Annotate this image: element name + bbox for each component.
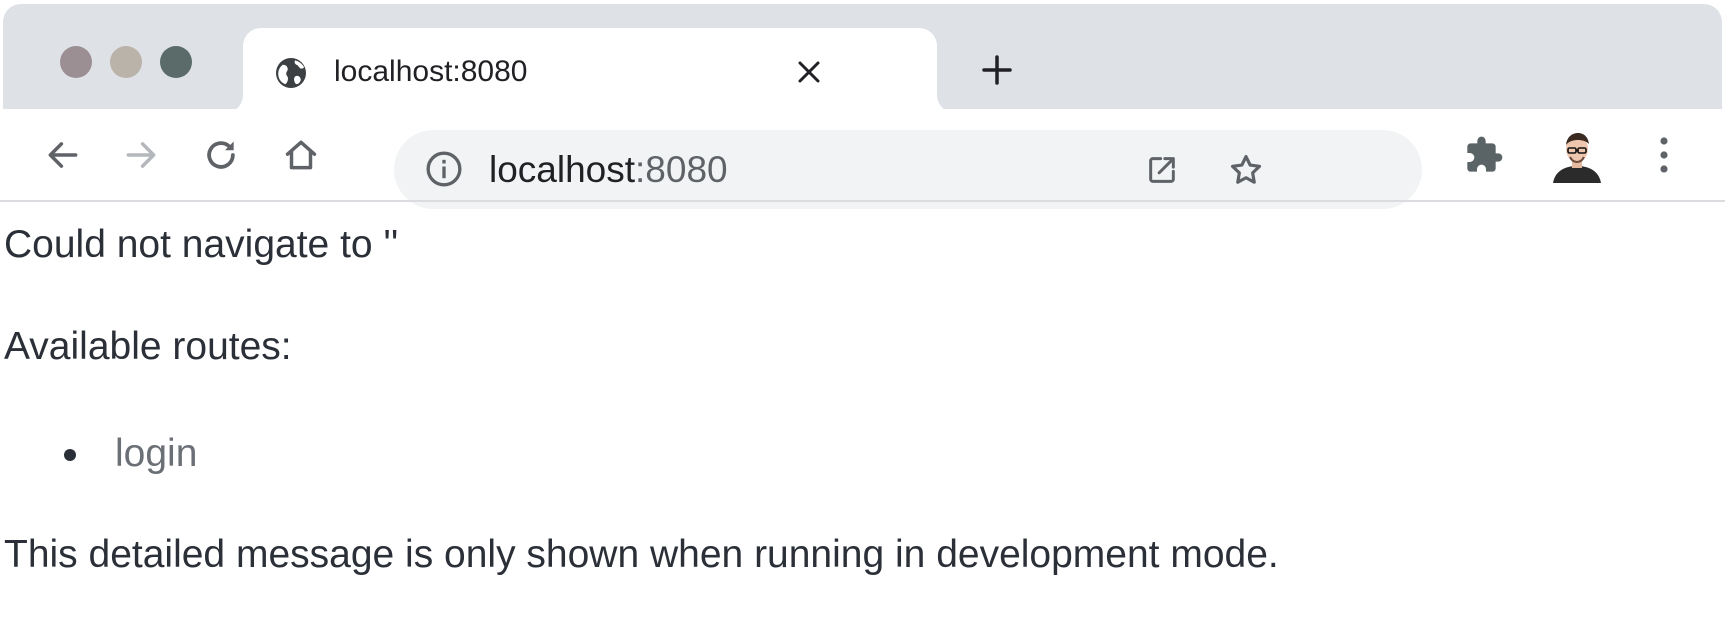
window-close-button[interactable] <box>60 46 92 78</box>
home-icon[interactable] <box>279 133 323 177</box>
forward-icon[interactable] <box>119 133 163 177</box>
list-item: login <box>4 429 197 479</box>
star-icon[interactable] <box>1224 148 1268 192</box>
url-port: :8080 <box>635 149 728 190</box>
address-bar[interactable]: localhost:8080 <box>394 130 1422 209</box>
window-minimize-button[interactable] <box>110 46 142 78</box>
extensions-icon[interactable] <box>1462 133 1506 177</box>
routes-heading: Available routes: <box>4 325 292 368</box>
error-message: Could not navigate to '' <box>4 223 399 266</box>
info-icon[interactable] <box>424 149 464 189</box>
browser-toolbar: localhost:8080 <box>0 109 1725 209</box>
globe-icon <box>273 55 309 91</box>
dev-mode-note: This detailed message is only shown when… <box>4 533 1279 576</box>
bullet-icon <box>64 449 76 461</box>
reload-icon[interactable] <box>199 133 243 177</box>
tab-title: localhost:8080 <box>334 55 528 88</box>
route-link-login[interactable]: login <box>115 432 197 475</box>
toolbar-divider <box>0 200 1725 202</box>
open-external-icon[interactable] <box>1140 148 1184 192</box>
back-icon[interactable] <box>41 133 85 177</box>
profile-avatar[interactable] <box>1549 127 1605 183</box>
url-host: localhost <box>489 149 636 190</box>
routes-list: login <box>4 429 197 479</box>
menu-icon[interactable] <box>1642 133 1686 177</box>
window-maximize-button[interactable] <box>160 46 192 78</box>
tab-strip: localhost:8080 <box>3 4 1722 113</box>
close-icon[interactable] <box>789 52 829 92</box>
browser-tab[interactable]: localhost:8080 <box>243 28 937 113</box>
address-url[interactable]: localhost:8080 <box>489 149 728 191</box>
new-tab-button[interactable] <box>975 48 1019 92</box>
